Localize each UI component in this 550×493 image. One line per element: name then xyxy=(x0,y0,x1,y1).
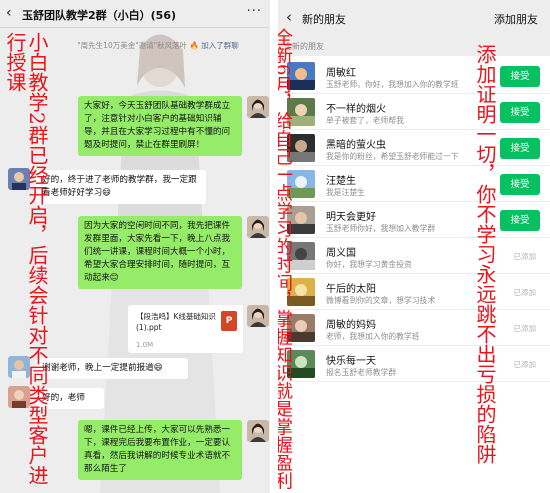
panel-divider xyxy=(270,0,278,493)
added-status: 已添加 xyxy=(513,324,537,333)
overlay-caption-middle: 全新6月，给自己一点学习的时间，掌握知识就是掌握盈利 xyxy=(278,28,293,490)
system-note-link: 加入了群聊 xyxy=(201,41,239,50)
friend-name: 午后的太阳 xyxy=(326,284,376,295)
accept-button[interactable]: 接受 xyxy=(500,66,540,87)
new-friends-screen: ‹ 新的朋友 添加朋友 全新的朋友 周敏红 玉舒老师，你好，我想加入你的教学班 接受… xyxy=(278,0,550,493)
friend-request-row[interactable]: 黑暗的萤火虫 我是你的粉丝，希望玉舒老师能过一下 接受 xyxy=(278,130,550,166)
system-note-icon: 🔥 xyxy=(189,41,199,50)
accept-button[interactable]: 接受 xyxy=(500,174,540,195)
added-status: 已添加 xyxy=(513,288,537,297)
accept-button[interactable]: 接受 xyxy=(500,102,540,123)
friend-request-row[interactable]: 周敏红 玉舒老师，你好，我想加入你的教学班 接受 xyxy=(278,58,550,94)
back-icon[interactable]: ‹ xyxy=(286,8,292,26)
accept-button[interactable]: 接受 xyxy=(500,210,540,231)
added-status: 已添加 xyxy=(513,360,537,369)
friend-request-row[interactable]: 明天会更好 玉舒老师你好，我想加入教学群 接受 xyxy=(278,202,550,238)
friend-name: 明天会更好 xyxy=(326,212,376,223)
section-header: 全新的朋友 xyxy=(278,36,550,56)
teacher-avatar[interactable] xyxy=(247,96,269,118)
overlay-caption-right: 添加证明一切，你不学习永远跳不出亏损的陷阱 xyxy=(473,44,497,464)
friend-message: 玉舒老师你好，我想加入教学群 xyxy=(326,224,436,233)
chat-header: ‹ 玉舒团队教学2群（小白）(56) ··· xyxy=(0,0,270,28)
teacher-avatar[interactable] xyxy=(247,420,269,442)
friend-name: 快乐每一天 xyxy=(326,356,376,367)
add-friend-button[interactable]: 添加朋友 xyxy=(494,11,538,27)
friend-request-row[interactable]: 不一样的烟火 单子被套了，老师帮我 接受 xyxy=(278,94,550,130)
friend-message: 玉舒老师，你好，我想加入你的教学班 xyxy=(326,80,459,89)
more-dots-icon[interactable]: ··· xyxy=(247,4,262,19)
friends-title: 新的朋友 xyxy=(302,13,346,26)
friend-message: 微博看到你的文章，想学习技术 xyxy=(326,296,436,305)
friend-name: 汪楚生 xyxy=(326,176,356,187)
friend-name: 周义国 xyxy=(326,248,356,259)
friend-name: 不一样的烟火 xyxy=(326,104,386,115)
friend-message: 我是你的粉丝，希望玉舒老师能过一下 xyxy=(326,152,459,161)
friend-message: 报名玉舒老师教学群 xyxy=(326,368,397,377)
chat-message-outgoing: 嗯，课件已经上传，大家可以先熟悉一下，课程完后我要布置作业，一定要认真看，然后我… xyxy=(78,420,242,480)
friends-header: ‹ 新的朋友 添加朋友 xyxy=(278,0,550,36)
friend-request-row[interactable]: 午后的太阳 微博看到你的文章，想学习技术 已添加 xyxy=(278,274,550,310)
friend-name: 黑暗的萤火虫 xyxy=(326,140,386,151)
friend-name: 周敏红 xyxy=(326,68,356,79)
friend-request-row[interactable]: 周敏的妈妈 老师，我想加入你的教学班 已添加 xyxy=(278,310,550,346)
friend-message: 老师，我想加入你的教学班 xyxy=(326,332,420,341)
ppt-file-icon: P xyxy=(221,311,237,331)
chat-title: 玉舒团队教学2群（小白）(56) xyxy=(22,9,177,22)
friend-request-row[interactable]: 快乐每一天 报名玉舒老师教学群 已添加 xyxy=(278,346,550,382)
friend-message: 你好，我想学习黄金投资 xyxy=(326,260,412,269)
file-name: 【段浩鸣】K线基础知识(1).ppt xyxy=(136,312,216,332)
accept-button[interactable]: 接受 xyxy=(500,138,540,159)
added-status: 已添加 xyxy=(513,252,537,261)
friend-request-row[interactable]: 周义国 你好，我想学习黄金投资 已添加 xyxy=(278,238,550,274)
system-note: "周先生10万美金"邀请"秋风落叶 🔥 加入了群聊 xyxy=(58,40,258,51)
friend-message: 单子被套了，老师帮我 xyxy=(326,116,404,125)
overlay-caption-left: 小白教学2群已经开启，后续会针对不同类型客户进行授课 xyxy=(3,32,49,485)
file-size: 1.0M xyxy=(136,341,154,349)
friend-name: 周敏的妈妈 xyxy=(326,320,376,331)
chat-message-incoming: 好的，终于进了老师的教学群，我一定跟着老师好好学习😄 xyxy=(36,170,206,204)
group-chat-screen: ‹ 玉舒团队教学2群（小白）(56) ··· "周先生10万美金"邀请"秋风落叶… xyxy=(0,0,270,493)
chat-message-incoming: 谢谢老师，晚上一定提前报道😄 xyxy=(36,358,188,379)
friend-request-row[interactable]: 汪楚生 我是汪楚生 接受 xyxy=(278,166,550,202)
system-note-text: "周先生10万美金"邀请"秋风落叶 xyxy=(77,41,188,50)
chat-message-outgoing: 因为大家的空闲时间不同，我先把课件发群里面，大家先看一下，晚上八点我们统一讲课，… xyxy=(78,216,242,289)
back-icon[interactable]: ‹ xyxy=(6,5,12,21)
file-message[interactable]: 【段浩鸣】K线基础知识(1).ppt P 1.0M xyxy=(128,305,243,353)
teacher-avatar[interactable] xyxy=(247,305,269,327)
friend-message: 我是汪楚生 xyxy=(326,188,365,197)
chat-message-outgoing: 大家好，今天玉舒团队基础教学群成立了，注意针对小白客户的基础知识辅导，并且在大家… xyxy=(78,96,242,156)
teacher-avatar[interactable] xyxy=(247,216,269,238)
